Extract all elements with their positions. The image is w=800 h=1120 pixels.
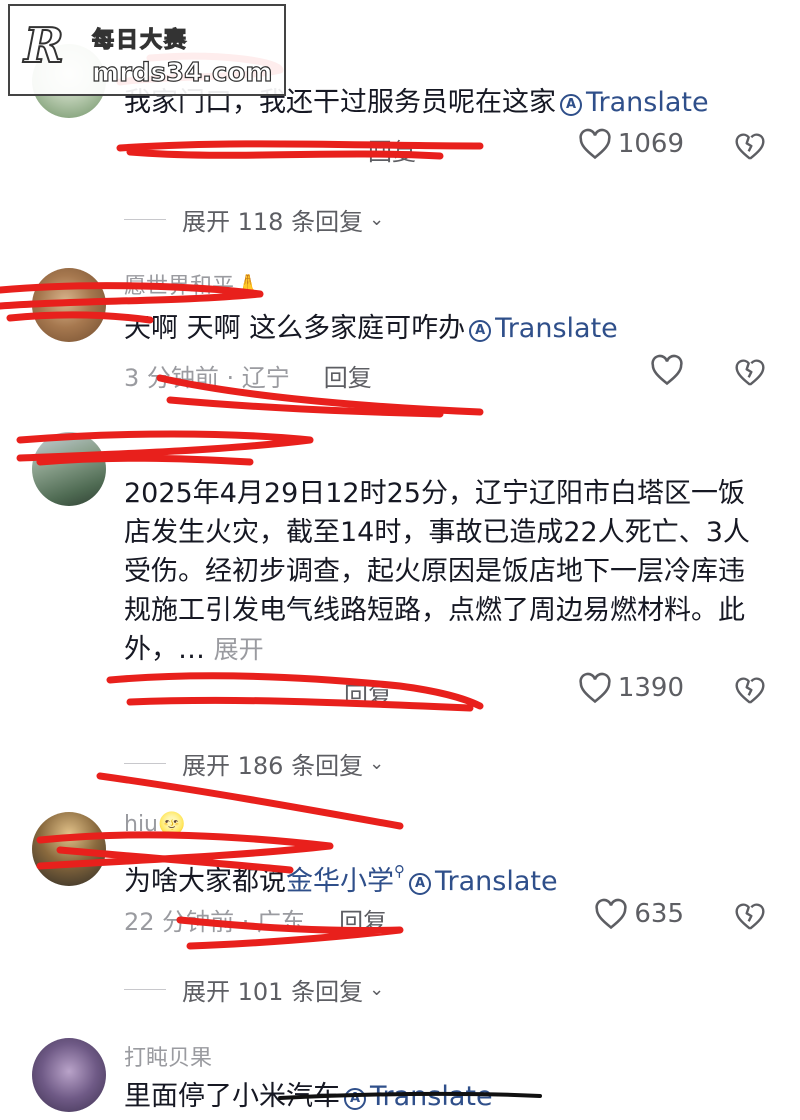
comment-meta: 回复 — [124, 676, 392, 711]
author-emoji: 🌝 — [158, 812, 186, 837]
chevron-down-icon: ⌄ — [369, 753, 385, 774]
comment-author[interactable]: hiu🌝 — [124, 812, 185, 837]
heart-icon — [579, 128, 611, 160]
expand-replies-button[interactable]: 展开 118 条回复 ⌄ — [124, 202, 384, 237]
translate-label: Translate — [586, 87, 709, 118]
like-count: 1390 — [617, 673, 684, 703]
expand-replies-label: 展开 186 条回复 — [182, 752, 364, 780]
divider-line — [124, 988, 166, 991]
expand-replies-button[interactable]: 展开 186 条回复 ⌄ — [124, 746, 384, 781]
heart-icon — [595, 898, 628, 930]
heart-icon — [579, 672, 611, 704]
comment-meta: 回复 — [124, 132, 416, 167]
avatar[interactable] — [32, 268, 106, 342]
translate-icon: A — [409, 873, 431, 895]
heart-icon — [651, 354, 683, 386]
like-count: 635 — [634, 899, 684, 929]
translate-button[interactable]: A Translate — [465, 313, 618, 344]
comment-time: 22 分钟前 · 广东 — [124, 908, 306, 936]
translate-icon: A — [344, 1088, 366, 1110]
broken-heart-icon[interactable] — [734, 356, 766, 388]
reply-button[interactable]: 回复 — [324, 358, 372, 393]
redaction-mark — [166, 396, 444, 418]
watermark-site: mrds34.com — [91, 57, 273, 88]
divider-line — [124, 762, 166, 765]
like-button[interactable]: 1069 — [578, 128, 684, 160]
comment-time: 3 分钟前 · 辽宁 — [124, 364, 290, 392]
translate-icon: A — [469, 320, 492, 342]
chevron-down-icon: ⌄ — [369, 209, 385, 230]
watermark-logo: R — [23, 17, 65, 75]
like-button[interactable] — [650, 354, 684, 386]
comment-meta: 22 分钟前 · 广东 回复 — [124, 902, 387, 937]
comment-text: 里面停了小米汽车 A Translate — [124, 1078, 764, 1116]
comment-text: 天啊 天啊 这么多家庭可咋办 A Translate — [124, 310, 764, 348]
translate-label: Translate — [435, 866, 558, 897]
watermark: R 每日大赛 mrds34.com — [8, 4, 286, 96]
expand-replies-button[interactable]: 展开 101 条回复 ⌄ — [124, 972, 384, 1007]
chevron-down-icon: ⌄ — [369, 979, 385, 1000]
author-name: hiu — [124, 812, 158, 837]
reply-button[interactable]: 回复 — [344, 676, 392, 711]
watermark-brand: 每日大赛 — [91, 27, 189, 53]
avatar[interactable] — [32, 1038, 106, 1112]
search-icon: ⚲ — [394, 862, 405, 880]
translate-button[interactable]: A Translate — [556, 87, 709, 118]
comment-text: 为啥大家都说金华小学⚲A Translate — [124, 852, 764, 901]
search-keyword-link[interactable]: 金华小学 — [286, 866, 394, 897]
comment-meta: 3 分钟前 · 辽宁 回复 — [124, 358, 372, 393]
author-emoji: 🙏 — [234, 274, 262, 299]
comment-body: 里面停了小米汽车 — [124, 1081, 340, 1112]
translate-label: Translate — [370, 1081, 493, 1112]
avatar[interactable] — [32, 812, 106, 886]
comment-body: 为啥大家都说 — [124, 866, 286, 897]
like-button[interactable]: 1390 — [578, 672, 684, 704]
comment-body: 天啊 天啊 这么多家庭可咋办 — [124, 313, 466, 344]
comment-author[interactable]: 愿世界和平🙏 — [124, 268, 261, 300]
like-button[interactable]: 635 — [594, 898, 684, 930]
divider-line — [124, 218, 166, 221]
reply-button[interactable]: 回复 — [339, 902, 387, 937]
expand-replies-label: 展开 118 条回复 — [182, 208, 364, 236]
avatar[interactable] — [32, 432, 106, 506]
broken-heart-icon[interactable] — [734, 900, 766, 932]
expand-replies-label: 展开 101 条回复 — [182, 978, 364, 1006]
comment-text: 2025年4月29日12时25分，辽宁辽阳市白塔区一饭店发生火灾，截至14时，事… — [124, 474, 764, 669]
author-name: 打盹贝果 — [124, 1046, 213, 1071]
broken-heart-icon[interactable] — [734, 674, 766, 706]
like-count: 1069 — [617, 129, 684, 159]
broken-heart-icon[interactable] — [734, 130, 766, 162]
translate-icon: A — [560, 94, 582, 116]
comment-author[interactable]: 打盹贝果 — [124, 1040, 212, 1072]
translate-button[interactable]: A Translate — [405, 866, 558, 897]
reply-button[interactable]: 回复 — [368, 132, 416, 167]
expand-text-link[interactable]: 展开 — [214, 635, 264, 664]
translate-label: Translate — [495, 313, 618, 344]
translate-button[interactable]: A Translate — [340, 1081, 493, 1112]
author-name: 愿世界和平 — [124, 274, 235, 299]
